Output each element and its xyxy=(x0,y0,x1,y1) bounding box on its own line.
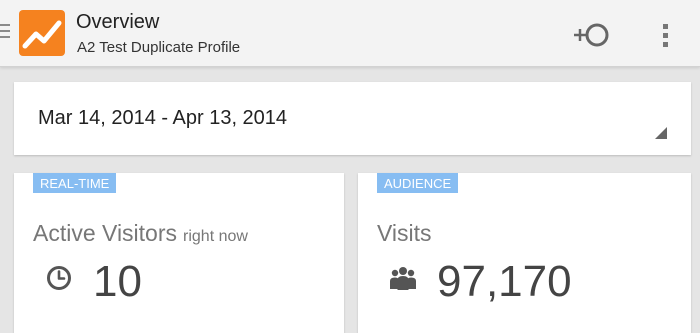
clock-icon xyxy=(47,266,71,290)
metric-label: Active Visitors right now xyxy=(33,220,248,247)
audience-badge: AUDIENCE xyxy=(377,173,459,193)
metric-sublabel: right now xyxy=(183,228,248,245)
metric-label: Visits xyxy=(377,220,438,247)
page-title: Overview xyxy=(76,11,160,33)
profile-name: A2 Test Duplicate Profile xyxy=(77,39,241,56)
date-range-text: Mar 14, 2014 - Apr 13, 2014 xyxy=(38,107,288,129)
app-bar: Overview A2 Test Duplicate Profile xyxy=(0,0,700,67)
dropdown-corner-icon xyxy=(655,127,667,139)
realtime-badge: REAL-TIME xyxy=(33,173,117,193)
audience-card[interactable]: AUDIENCE Visits 97,170 xyxy=(358,173,691,333)
metric-value: 97,170 xyxy=(437,257,572,306)
analytics-logo-icon[interactable] xyxy=(19,10,65,56)
people-icon xyxy=(390,267,416,290)
metric-value: 10 xyxy=(93,257,142,306)
realtime-card[interactable]: REAL-TIME Active Visitors right now 10 xyxy=(14,173,344,333)
date-range-selector[interactable]: Mar 14, 2014 - Apr 13, 2014 xyxy=(14,82,691,155)
metric-label-text: Active Visitors xyxy=(33,220,178,246)
overflow-menu-icon[interactable] xyxy=(656,20,676,50)
menu-lines-icon[interactable] xyxy=(0,24,10,40)
metric-label-text: Visits xyxy=(377,220,432,246)
add-segment-icon[interactable] xyxy=(570,20,614,50)
